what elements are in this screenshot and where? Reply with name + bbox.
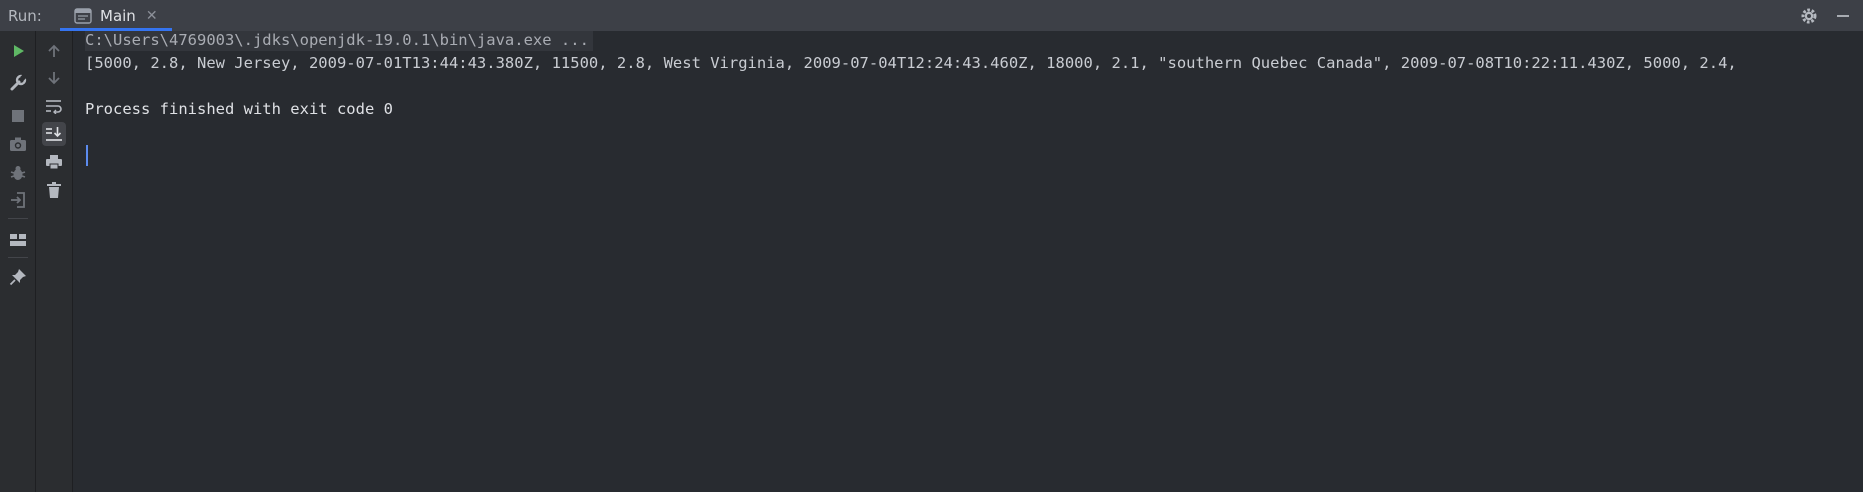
process-finished-message: Process finished with exit code 0 [85, 100, 393, 118]
toolbar-separator [8, 257, 28, 258]
console-output-line: [5000, 2.8, New Jersey, 2009-07-01T13:44… [85, 54, 1737, 72]
soft-wrap-icon[interactable] [42, 94, 66, 118]
arrow-down-icon[interactable] [42, 66, 66, 90]
text-caret [86, 145, 88, 166]
run-label: Run: [8, 6, 42, 25]
print-icon[interactable] [42, 150, 66, 174]
rerun-icon[interactable] [6, 39, 30, 63]
console-window-icon [74, 7, 92, 24]
pin-icon[interactable] [6, 265, 30, 289]
camera-icon[interactable] [6, 132, 30, 156]
toolbar-separator [8, 218, 28, 219]
close-icon[interactable]: ✕ [146, 9, 158, 23]
tab-main-label: Main [100, 6, 136, 25]
console-toolbar [36, 31, 73, 492]
console-command-line[interactable]: C:\Users\4769003\.jdks\openjdk-19.0.1\bi… [85, 31, 593, 51]
layout-icon[interactable] [6, 228, 30, 252]
stop-icon[interactable] [6, 104, 30, 128]
run-actions-toolbar [0, 31, 36, 492]
scroll-to-end-icon[interactable] [42, 122, 66, 146]
bug-icon[interactable] [6, 161, 30, 185]
console-output[interactable]: C:\Users\4769003\.jdks\openjdk-19.0.1\bi… [73, 31, 1863, 492]
login-icon[interactable] [6, 188, 30, 212]
arrow-up-icon[interactable] [42, 39, 66, 63]
gear-icon[interactable] [1799, 6, 1819, 26]
trash-icon[interactable] [42, 178, 66, 202]
run-tool-window-header: Run: Main ✕ [0, 0, 1863, 31]
tab-main[interactable]: Main ✕ [60, 0, 172, 31]
minimize-icon[interactable] [1833, 6, 1853, 26]
wrench-icon[interactable] [6, 71, 30, 95]
